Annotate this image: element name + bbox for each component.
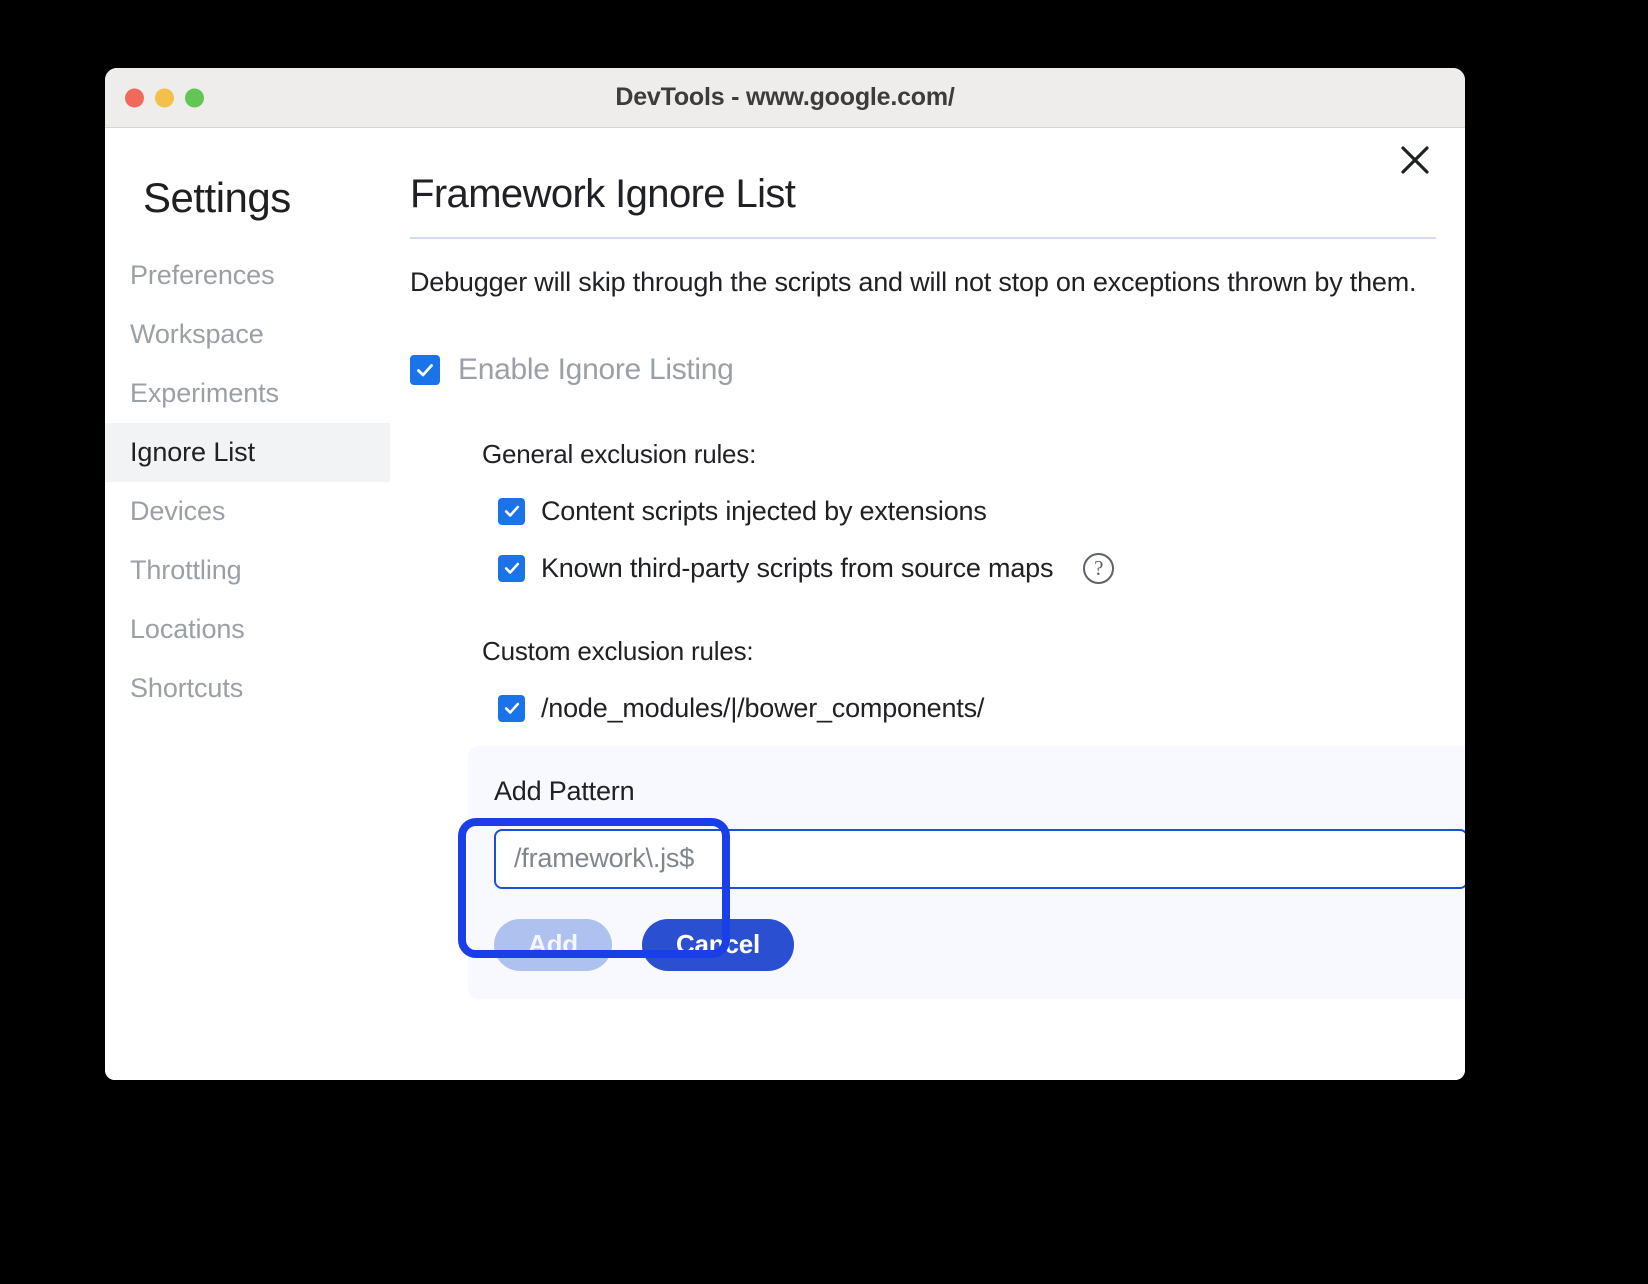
sidebar-item-experiments[interactable]: Experiments xyxy=(105,364,390,423)
custom-rule-checkbox[interactable] xyxy=(498,695,525,722)
settings-sidebar: Settings Preferences Workspace Experimen… xyxy=(105,128,390,1080)
minimize-window-icon[interactable] xyxy=(155,88,174,107)
rule-third-party-row[interactable]: Known third-party scripts from source ma… xyxy=(498,553,1435,584)
check-icon xyxy=(503,559,521,577)
traffic-light-buttons[interactable] xyxy=(125,88,204,107)
sidebar-item-locations[interactable]: Locations xyxy=(105,600,390,659)
sidebar-title: Settings xyxy=(105,174,390,222)
devtools-window: DevTools - www.google.com/ Settings Pref… xyxy=(105,68,1465,1080)
add-pattern-cancel-button[interactable]: Cancel xyxy=(642,919,794,971)
rule-third-party-checkbox[interactable] xyxy=(498,555,525,582)
add-pattern-button-row: Add Cancel xyxy=(494,919,1465,971)
close-settings-button[interactable] xyxy=(1392,137,1438,183)
sidebar-item-ignore-list[interactable]: Ignore List xyxy=(105,423,390,482)
check-icon xyxy=(503,502,521,520)
check-icon xyxy=(415,360,435,380)
rule-third-party-label: Known third-party scripts from source ma… xyxy=(541,553,1053,584)
custom-rule-row[interactable]: /node_modules/|/bower_components/ xyxy=(498,693,1435,724)
sidebar-item-throttling[interactable]: Throttling xyxy=(105,541,390,600)
screen: DevTools - www.google.com/ Settings Pref… xyxy=(0,0,1648,1284)
sidebar-item-preferences[interactable]: Preferences xyxy=(105,246,390,305)
sidebar-item-devices[interactable]: Devices xyxy=(105,482,390,541)
rule-content-scripts-row[interactable]: Content scripts injected by extensions xyxy=(498,496,1435,527)
add-pattern-confirm-button[interactable]: Add xyxy=(494,919,612,971)
window-titlebar: DevTools - www.google.com/ xyxy=(105,68,1465,128)
window-body: Settings Preferences Workspace Experimen… xyxy=(105,128,1465,1080)
check-icon xyxy=(503,699,521,717)
close-window-icon[interactable] xyxy=(125,88,144,107)
window-title: DevTools - www.google.com/ xyxy=(105,83,1465,112)
sidebar-item-workspace[interactable]: Workspace xyxy=(105,305,390,364)
enable-ignore-listing-row[interactable]: Enable Ignore Listing xyxy=(410,353,1435,387)
title-divider xyxy=(410,237,1436,239)
settings-main-panel: Framework Ignore List Debugger will skip… xyxy=(390,128,1465,1080)
add-pattern-label: Add Pattern xyxy=(494,776,1465,807)
add-pattern-panel: Add Pattern Add Cancel xyxy=(468,746,1465,999)
enable-ignore-listing-checkbox[interactable] xyxy=(410,355,440,385)
general-exclusion-heading: General exclusion rules: xyxy=(482,439,1435,470)
maximize-window-icon[interactable] xyxy=(185,88,204,107)
rule-content-scripts-checkbox[interactable] xyxy=(498,498,525,525)
rule-content-scripts-label: Content scripts injected by extensions xyxy=(541,496,987,527)
custom-rule-label: /node_modules/|/bower_components/ xyxy=(541,693,984,724)
help-icon[interactable]: ? xyxy=(1083,553,1114,584)
add-pattern-input[interactable] xyxy=(494,829,1465,889)
close-icon xyxy=(1400,145,1430,175)
sidebar-item-shortcuts[interactable]: Shortcuts xyxy=(105,659,390,718)
custom-exclusion-heading: Custom exclusion rules: xyxy=(482,636,1435,667)
enable-ignore-listing-label: Enable Ignore Listing xyxy=(458,353,734,387)
page-description: Debugger will skip through the scripts a… xyxy=(410,265,1440,301)
page-title: Framework Ignore List xyxy=(410,172,1435,237)
